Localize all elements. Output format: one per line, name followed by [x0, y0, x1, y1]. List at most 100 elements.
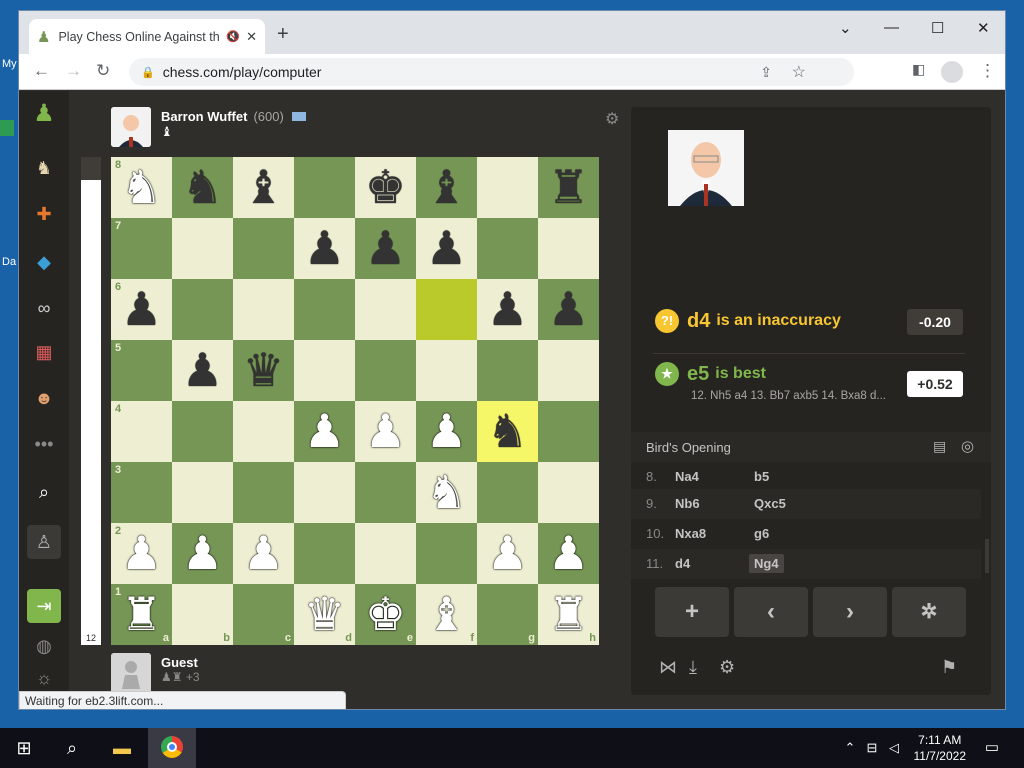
square-a1[interactable]: ♜ 1 a [111, 584, 172, 645]
square-g3[interactable] [477, 462, 538, 523]
black-rook-icon[interactable]: ♜ [548, 161, 589, 213]
square-h3[interactable] [538, 462, 599, 523]
square-c6[interactable] [233, 279, 294, 340]
chrome-taskbar-item[interactable] [148, 728, 196, 768]
black-pawn-icon[interactable]: ♟ [426, 222, 467, 274]
square-a5[interactable]: 5 [111, 340, 172, 401]
windows-start-icon[interactable]: ⊞ [12, 736, 36, 760]
square-h6[interactable]: ♟ [538, 279, 599, 340]
settings-icon[interactable]: ⚙ [719, 657, 735, 678]
square-h4[interactable] [538, 401, 599, 462]
file-explorer-icon[interactable]: ▬ [110, 736, 134, 760]
square-d1[interactable]: ♛ d [294, 584, 355, 645]
square-d4[interactable]: ♟ [294, 401, 355, 462]
white-move[interactable]: d4 [675, 556, 690, 571]
square-a8[interactable]: ♞ 8 [111, 157, 172, 218]
square-b2[interactable]: ♟ [172, 523, 233, 584]
black-pawn-icon[interactable]: ♟ [304, 222, 345, 274]
square-a4[interactable]: 4 [111, 401, 172, 462]
square-d7[interactable]: ♟ [294, 218, 355, 279]
square-e2[interactable] [355, 523, 416, 584]
forward-icon[interactable]: → [65, 61, 82, 81]
square-d3[interactable] [294, 462, 355, 523]
white-rook-icon[interactable]: ♜ [548, 588, 589, 640]
square-b8[interactable]: ♞ [172, 157, 233, 218]
square-e4[interactable]: ♟ [355, 401, 416, 462]
square-b4[interactable] [172, 401, 233, 462]
square-e5[interactable] [355, 340, 416, 401]
white-pawn-icon[interactable]: ♟ [304, 405, 345, 457]
square-e7[interactable]: ♟ [355, 218, 416, 279]
next-move-button[interactable]: › [813, 587, 887, 637]
resign-flag-icon[interactable]: ⚑ [941, 657, 957, 678]
black-king-icon[interactable]: ♚ [365, 161, 406, 213]
language-icon[interactable]: ◍ [32, 635, 56, 657]
bookmark-star-icon[interactable]: ☆ [792, 62, 806, 82]
new-tab-button[interactable]: + [277, 23, 289, 46]
black-pawn-icon[interactable]: ♟ [182, 344, 223, 396]
square-c4[interactable] [233, 401, 294, 462]
white-pawn-icon[interactable]: ♟ [243, 527, 284, 579]
white-queen-icon[interactable]: ♛ [304, 588, 345, 640]
add-button[interactable]: + [655, 587, 729, 637]
white-pawn-icon[interactable]: ♟ [121, 527, 162, 579]
news-icon[interactable]: ▦ [32, 341, 56, 363]
white-knight-icon[interactable]: ♞ [121, 161, 162, 213]
theme-icon[interactable]: ☼ [32, 667, 56, 689]
square-b7[interactable] [172, 218, 233, 279]
menu-icon[interactable]: ⋮ [979, 61, 996, 81]
square-a6[interactable]: ♟ 6 [111, 279, 172, 340]
profile-avatar[interactable] [941, 61, 963, 83]
square-d8[interactable] [294, 157, 355, 218]
chesscom-logo-icon[interactable]: ♟ [32, 102, 56, 126]
square-f8[interactable]: ♝ [416, 157, 477, 218]
square-c3[interactable] [233, 462, 294, 523]
white-pawn-icon[interactable]: ♟ [365, 405, 406, 457]
black-bishop-icon[interactable]: ♝ [243, 161, 284, 213]
square-c5[interactable]: ♛ [233, 340, 294, 401]
clock[interactable]: 7:11 AM 11/7/2022 [914, 732, 967, 764]
square-d2[interactable] [294, 523, 355, 584]
desktop-label[interactable]: Da [2, 256, 16, 268]
black-queen-icon[interactable]: ♛ [243, 344, 284, 396]
white-bishop-icon[interactable]: ♝ [426, 588, 467, 640]
square-b5[interactable]: ♟ [172, 340, 233, 401]
close-window-button[interactable]: ✕ [977, 19, 990, 37]
square-g8[interactable] [477, 157, 538, 218]
black-move[interactable]: Ng4 [749, 554, 784, 573]
square-c1[interactable]: c [233, 584, 294, 645]
square-b6[interactable] [172, 279, 233, 340]
white-move[interactable]: Nb6 [675, 496, 700, 511]
black-move[interactable]: b5 [749, 467, 774, 486]
square-c7[interactable] [233, 218, 294, 279]
move-list[interactable]: 8. Na4 b5 9. Nb6 Qxc5 10. Nxa8 g6 11. d4 Ng4 [631, 462, 991, 582]
reload-icon[interactable]: ↻ [96, 61, 110, 81]
black-move[interactable]: Qxc5 [749, 494, 791, 513]
search-icon[interactable]: ⌕ [60, 736, 84, 760]
square-e6[interactable] [355, 279, 416, 340]
puzzles-icon[interactable]: ✚ [32, 203, 56, 225]
desktop-icon[interactable] [0, 120, 14, 136]
square-g5[interactable] [477, 340, 538, 401]
square-f6[interactable] [416, 279, 477, 340]
opening-name[interactable]: Bird's Opening [646, 440, 731, 455]
square-h7[interactable] [538, 218, 599, 279]
black-knight-icon[interactable]: ♞ [487, 405, 528, 457]
black-pawn-icon[interactable]: ♟ [121, 283, 162, 335]
chess-board[interactable]: ♞ 8 ♞ ♝ ♚ ♝ ♜ 7 ♟ ♟ ♟ ♟ 6 ♟ ♟ 5 ♟ ♛ 4 ♟ ♟ ♟ ♞ 3 ♞ ♟ 2 ♟ ♟ ♟ ♟ ♜ 1 a b c ♛ d ♚ e… [111, 157, 599, 645]
prev-move-button[interactable]: ‹ [734, 587, 808, 637]
notifications-icon[interactable]: ▭ [980, 736, 1004, 760]
browser-tab[interactable]: ♟ Play Chess Online Against th 🔇 ✕ [29, 19, 265, 54]
minimize-button[interactable]: — [884, 19, 899, 36]
watch-icon[interactable]: ∞ [32, 297, 56, 319]
mute-icon[interactable]: 🔇 [226, 30, 240, 43]
add-friend-icon[interactable]: ♙ [27, 525, 61, 559]
board-settings-icon[interactable]: ⚙ [605, 109, 619, 129]
white-king-icon[interactable]: ♚ [365, 588, 406, 640]
square-f4[interactable]: ♟ [416, 401, 477, 462]
tray-chevron-icon[interactable]: ⌃ [838, 736, 862, 760]
url-input[interactable]: 🔒 chess.com/play/computer ⇪ ☆ [129, 58, 854, 86]
square-h2[interactable]: ♟ [538, 523, 599, 584]
scrollbar[interactable] [985, 539, 989, 573]
tab-search-icon[interactable]: ⌄ [839, 19, 852, 37]
